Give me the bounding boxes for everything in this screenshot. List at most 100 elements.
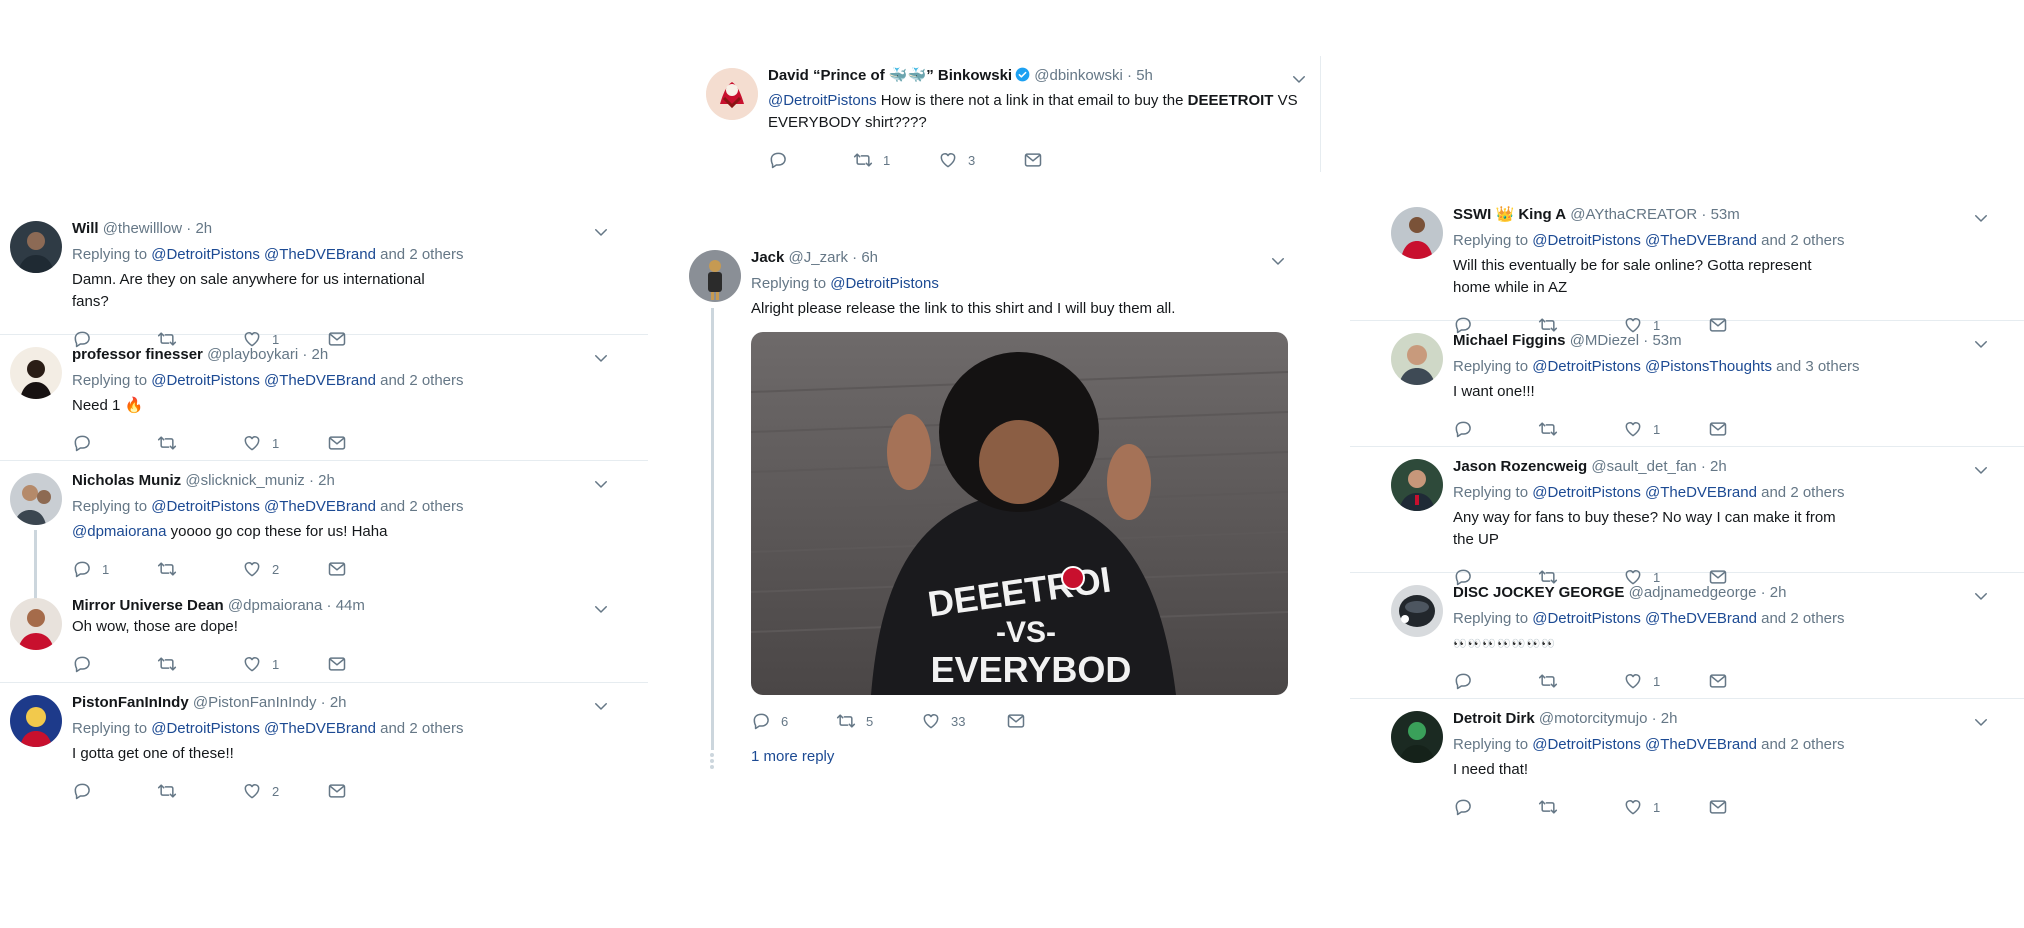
display-name[interactable]: SSWI 👑 King A (1453, 206, 1566, 223)
mention-link[interactable]: @TheDVEBrand (1645, 610, 1757, 627)
mention-link[interactable]: @DetroitPistons (768, 92, 877, 109)
display-name[interactable]: David “Prince of 🐳🐳” Binkowski (768, 67, 1012, 84)
handle[interactable]: @thewilllow (103, 220, 182, 237)
dm-button[interactable] (327, 781, 412, 801)
like-button[interactable]: 2 (242, 559, 327, 579)
mention-link[interactable]: @DetroitPistons (1532, 610, 1641, 627)
reply-button[interactable]: 6 (751, 711, 836, 731)
handle[interactable]: @dpmaiorana (228, 597, 322, 614)
mention-link[interactable]: @TheDVEBrand (1645, 484, 1757, 501)
chevron-down-icon[interactable] (1972, 713, 1990, 731)
like-button[interactable]: 1 (242, 433, 327, 453)
chevron-down-icon[interactable] (1972, 461, 1990, 479)
handle[interactable]: @AYthaCREATOR (1570, 206, 1697, 223)
display-name[interactable]: Michael Figgins (1453, 332, 1566, 349)
handle[interactable]: @MDiezel (1570, 332, 1639, 349)
avatar[interactable] (689, 250, 741, 302)
mention-link[interactable]: @DetroitPistons (1532, 358, 1641, 375)
handle[interactable]: @playboykari (207, 346, 298, 363)
reply-button[interactable] (1453, 797, 1538, 817)
timestamp[interactable]: 6h (861, 249, 878, 266)
timestamp[interactable]: 53m (1652, 332, 1681, 349)
mention-link[interactable]: @TheDVEBrand (1645, 232, 1757, 249)
handle[interactable]: @adjnamedgeorge (1629, 584, 1757, 601)
avatar[interactable] (706, 68, 758, 120)
retweet-button[interactable] (1538, 797, 1623, 817)
reply-button[interactable] (768, 150, 853, 170)
avatar[interactable] (1391, 459, 1443, 511)
timestamp[interactable]: 2h (195, 220, 212, 237)
reply-button[interactable] (72, 781, 157, 801)
chevron-down-icon[interactable] (592, 475, 610, 493)
timestamp[interactable]: 2h (330, 694, 347, 711)
reply-button[interactable] (1453, 671, 1538, 691)
chevron-down-icon[interactable] (1269, 252, 1287, 270)
like-button[interactable]: 1 (1623, 797, 1708, 817)
avatar[interactable] (1391, 207, 1443, 259)
dm-button[interactable] (1708, 797, 1793, 817)
avatar[interactable] (1391, 333, 1443, 385)
mention-link[interactable]: @TheDVEBrand (264, 720, 376, 737)
dm-button[interactable] (1708, 419, 1793, 439)
dm-button[interactable] (327, 433, 412, 453)
reply-button[interactable] (72, 654, 157, 674)
like-button[interactable]: 3 (938, 150, 1023, 170)
avatar[interactable] (10, 347, 62, 399)
retweet-button[interactable]: 1 (853, 150, 938, 170)
display-name[interactable]: professor finesser (72, 346, 203, 363)
display-name[interactable]: Jason Rozencweig (1453, 458, 1587, 475)
handle[interactable]: @sault_det_fan (1591, 458, 1696, 475)
handle[interactable]: @dbinkowski (1034, 67, 1123, 84)
reply-button[interactable] (72, 433, 157, 453)
retweet-button[interactable] (157, 559, 242, 579)
like-button[interactable]: 1 (1623, 671, 1708, 691)
others-link[interactable]: and 2 others (380, 720, 463, 737)
mention-link[interactable]: @DetroitPistons (830, 275, 939, 292)
display-name[interactable]: Will (72, 220, 99, 237)
timestamp[interactable]: 2h (1770, 584, 1787, 601)
handle[interactable]: @motorcitymujo (1539, 710, 1648, 727)
avatar[interactable] (10, 473, 62, 525)
mention-link[interactable]: @TheDVEBrand (264, 498, 376, 515)
like-button[interactable]: 33 (921, 711, 1006, 731)
display-name[interactable]: Detroit Dirk (1453, 710, 1535, 727)
dm-button[interactable] (1006, 711, 1091, 731)
timestamp[interactable]: 2h (1661, 710, 1678, 727)
like-button[interactable]: 2 (242, 781, 327, 801)
display-name[interactable]: Mirror Universe Dean (72, 597, 224, 614)
others-link[interactable]: and 2 others (1761, 484, 1844, 501)
mention-link[interactable]: @DetroitPistons (1532, 484, 1641, 501)
handle[interactable]: @PistonFanInIndy (193, 694, 317, 711)
timestamp[interactable]: 2h (318, 472, 335, 489)
display-name[interactable]: Nicholas Muniz (72, 472, 181, 489)
like-button[interactable]: 1 (242, 654, 327, 674)
chevron-down-icon[interactable] (1972, 587, 1990, 605)
reply-button[interactable] (1453, 419, 1538, 439)
timestamp[interactable]: 2h (312, 346, 329, 363)
avatar[interactable] (1391, 711, 1443, 763)
retweet-button[interactable] (157, 433, 242, 453)
like-button[interactable]: 1 (1623, 419, 1708, 439)
avatar[interactable] (10, 695, 62, 747)
chevron-down-icon[interactable] (592, 697, 610, 715)
retweet-button[interactable] (1538, 671, 1623, 691)
avatar[interactable] (10, 598, 62, 650)
avatar[interactable] (10, 221, 62, 273)
chevron-down-icon[interactable] (592, 223, 610, 241)
chevron-down-icon[interactable] (592, 600, 610, 618)
avatar[interactable] (1391, 585, 1443, 637)
more-reply-link[interactable]: 1 more reply (751, 748, 834, 765)
display-name[interactable]: PistonFanInIndy (72, 694, 189, 711)
others-link[interactable]: and 3 others (1776, 358, 1859, 375)
timestamp[interactable]: 44m (336, 597, 365, 614)
reply-button[interactable]: 1 (72, 559, 157, 579)
others-link[interactable]: and 2 others (1761, 232, 1844, 249)
chevron-down-icon[interactable] (1290, 70, 1308, 88)
mention-link[interactable]: @DetroitPistons (1532, 736, 1641, 753)
retweet-button[interactable]: 5 (836, 711, 921, 731)
retweet-button[interactable] (1538, 419, 1623, 439)
display-name[interactable]: Jack (751, 249, 784, 266)
others-link[interactable]: and 2 others (1761, 610, 1844, 627)
mention-link[interactable]: @TheDVEBrand (1645, 736, 1757, 753)
mention-link[interactable]: @TheDVEBrand (264, 372, 376, 389)
